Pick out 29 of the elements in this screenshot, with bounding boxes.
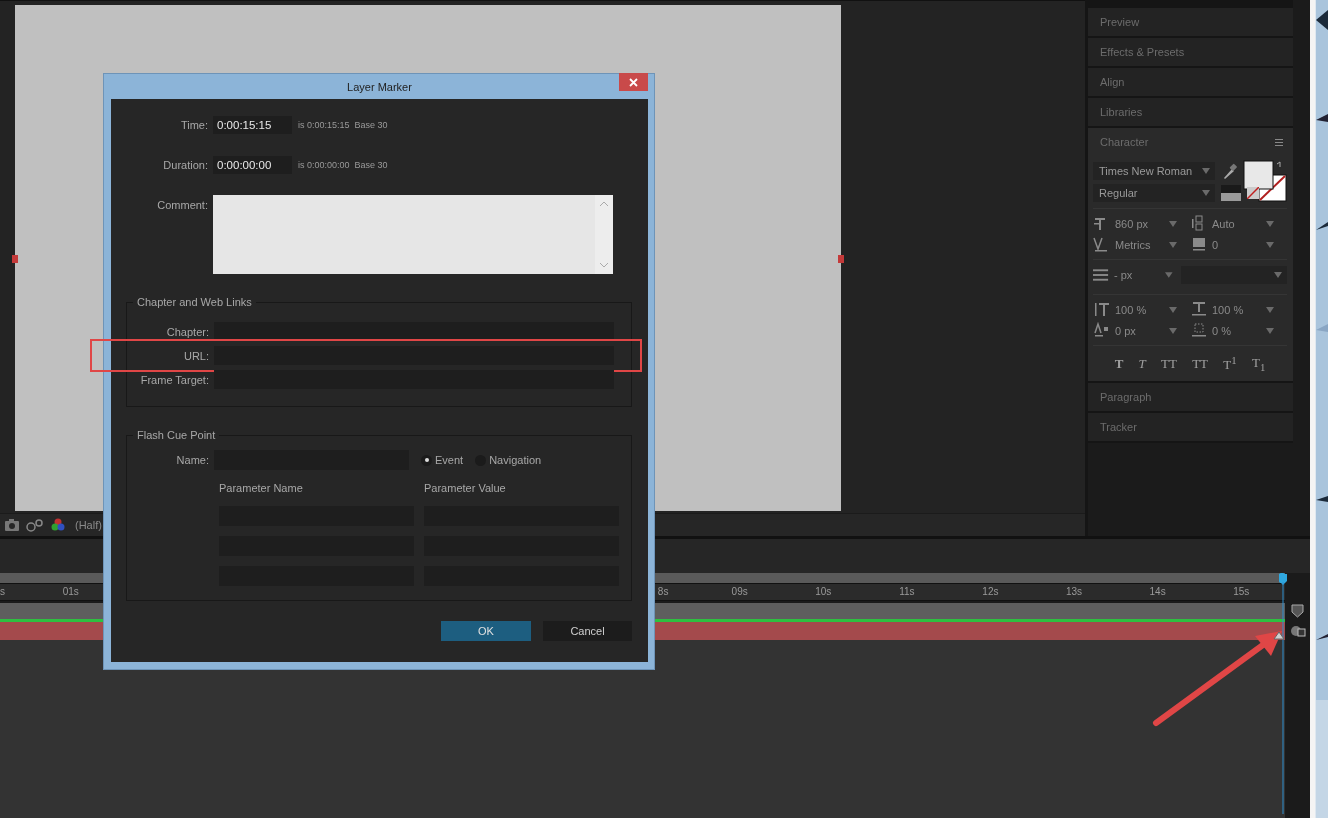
ruler-label: 13s bbox=[1064, 585, 1084, 599]
field-label: Frame Target: bbox=[139, 373, 210, 386]
timecode-note: is 0:00:00:00 bbox=[298, 160, 350, 170]
radio-label: Event bbox=[435, 454, 464, 466]
panel-title: Character bbox=[1100, 136, 1149, 148]
timebase-note: Base 30 bbox=[354, 120, 388, 130]
ruler-label: 12s bbox=[981, 585, 1000, 599]
field-label: Duration: bbox=[162, 159, 209, 171]
field-label: Name: bbox=[175, 454, 210, 466]
field-label: Comment: bbox=[156, 198, 209, 211]
ruler-label: s bbox=[0, 585, 6, 599]
field-label: URL: bbox=[182, 349, 210, 362]
field-label: Chapter: bbox=[165, 325, 210, 338]
ruler-label: 09s bbox=[730, 585, 749, 599]
ruler-label: 01s bbox=[61, 585, 80, 599]
field-label: Time: bbox=[179, 119, 209, 131]
timecode-note: is 0:00:15:15 bbox=[298, 120, 350, 130]
radio-label: Navigation bbox=[489, 454, 542, 466]
window-title: Layer Marker bbox=[347, 80, 412, 93]
ruler-label: 14s bbox=[1148, 585, 1167, 599]
ruler-label: 11s bbox=[898, 585, 916, 599]
ruler-label: 15s bbox=[1232, 585, 1251, 599]
ruler-label: 10s bbox=[814, 585, 833, 599]
group-legend: Chapter and Web Links bbox=[133, 296, 256, 308]
column-header: Parameter Value bbox=[424, 482, 507, 494]
timebase-note: Base 30 bbox=[354, 160, 388, 170]
group-legend: Flash Cue Point bbox=[133, 429, 220, 441]
column-header: Parameter Name bbox=[219, 482, 304, 494]
ruler-label: 8s bbox=[656, 585, 670, 599]
